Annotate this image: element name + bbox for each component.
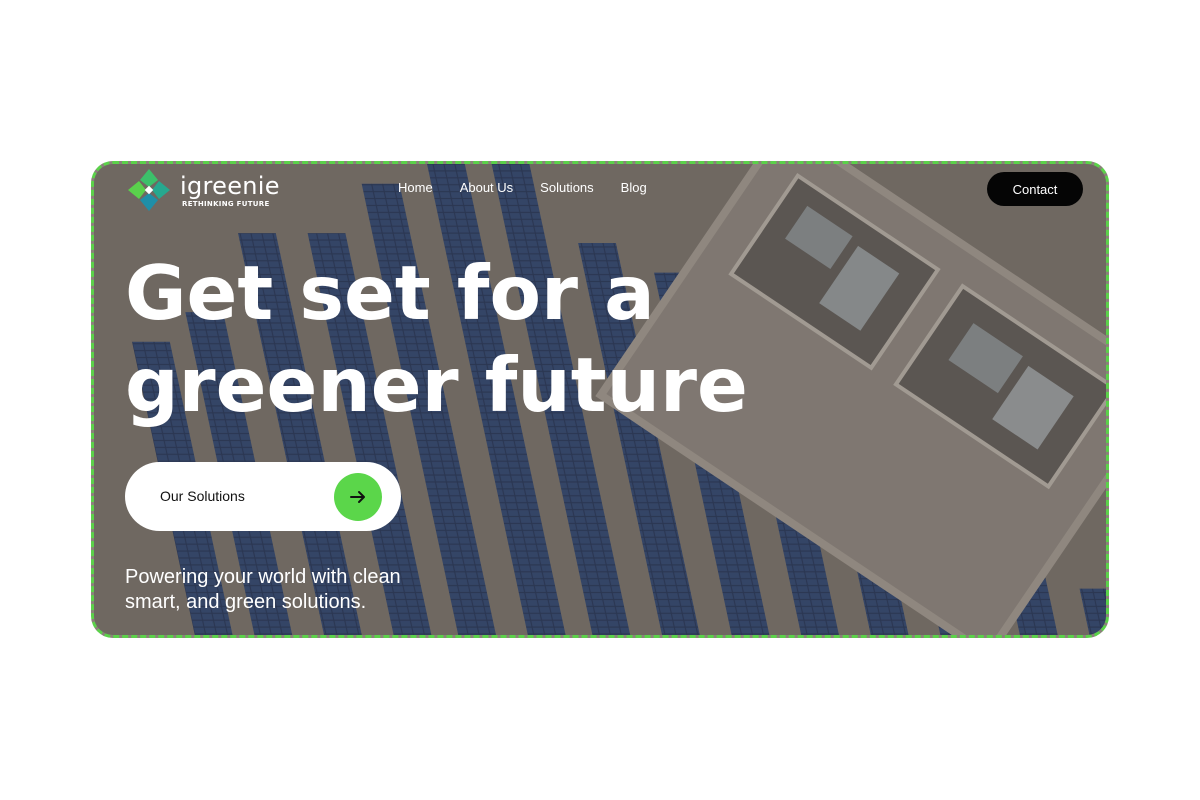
brand-tagline: RETHINKING FUTURE <box>182 199 270 208</box>
hero-section: igreenie RETHINKING FUTURE Home About Us… <box>91 161 1109 638</box>
brand-logo[interactable]: igreenie RETHINKING FUTURE <box>126 167 280 213</box>
hero-subtext: Powering your world with clean smart, an… <box>125 565 485 615</box>
brand-name: igreenie <box>180 171 280 200</box>
subtext-line-1: Powering your world with clean <box>125 566 401 588</box>
cta-label: Our Solutions <box>160 488 245 504</box>
nav-item-home[interactable]: Home <box>398 180 433 195</box>
contact-button[interactable]: Contact <box>987 172 1083 206</box>
nav-item-solutions[interactable]: Solutions <box>540 180 593 195</box>
headline-line-2: greener future <box>125 341 748 429</box>
subtext-line-2: smart, and green solutions. <box>125 591 367 613</box>
nav-item-about-us[interactable]: About Us <box>460 180 513 195</box>
headline-line-1: Get set for a <box>125 249 655 337</box>
nav-item-blog[interactable]: Blog <box>621 180 647 195</box>
arrow-right-icon[interactable] <box>334 473 382 521</box>
our-solutions-button[interactable]: Our Solutions <box>125 462 401 531</box>
leaf-logo-icon <box>128 169 170 211</box>
main-nav: Home About Us Solutions Blog <box>398 180 674 195</box>
hero-headline: Get set for a greener future <box>125 247 748 431</box>
